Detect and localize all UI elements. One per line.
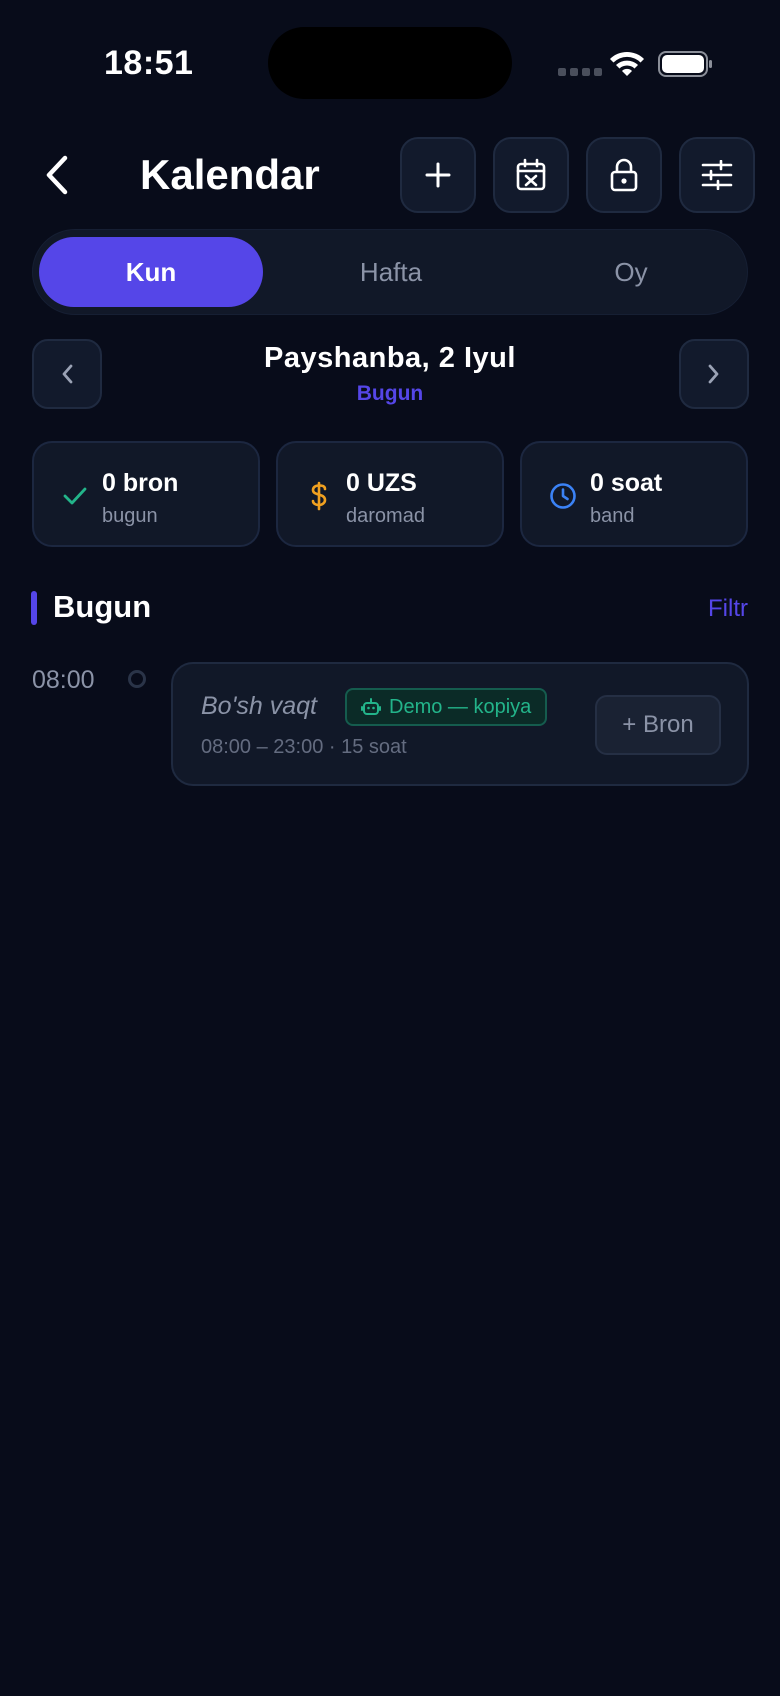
dollar-icon <box>311 481 327 511</box>
add-booking-button[interactable]: + Bron <box>595 695 721 755</box>
plus-icon <box>425 162 451 188</box>
calendar-x-icon <box>516 158 546 191</box>
stat-label: bugun <box>102 505 158 527</box>
section-accent-bar <box>31 591 37 625</box>
current-date: Payshanba, 2 Iyul <box>264 342 516 374</box>
chevron-left-icon <box>62 364 73 384</box>
chevron-right-icon <box>708 364 719 384</box>
dynamic-island <box>268 27 512 99</box>
back-chevron-icon <box>46 155 68 195</box>
slot-title: Bo'sh vaqt <box>201 692 317 720</box>
stat-card-income: 0 UZS daromad <box>276 441 504 547</box>
robot-icon <box>361 698 381 715</box>
free-slot-card[interactable]: Bo'sh vaqt Demo — kopiya 08:00 – 23:00 ·… <box>171 662 749 786</box>
status-time: 18:51 <box>104 44 194 82</box>
stat-card-hours: 0 soat band <box>520 441 748 547</box>
stat-card-bookings: 0 bron bugun <box>32 441 260 547</box>
wifi-icon <box>610 51 644 76</box>
tab-kun[interactable]: Kun <box>39 237 263 307</box>
filter-link[interactable]: Filtr <box>708 595 748 623</box>
cancel-date-button[interactable] <box>493 137 569 213</box>
page-title: Kalendar <box>140 151 320 198</box>
cellular-signal-icon <box>558 68 602 76</box>
stat-value: 0 soat <box>590 469 663 497</box>
stat-label: band <box>590 505 635 527</box>
add-button[interactable] <box>400 137 476 213</box>
timeline-dot <box>128 670 146 688</box>
next-day-button[interactable] <box>679 339 749 409</box>
sliders-icon <box>701 160 733 190</box>
battery-icon <box>658 51 712 77</box>
demo-badge: Demo — kopiya <box>345 688 548 726</box>
prev-day-button[interactable] <box>32 339 102 409</box>
tab-hafta[interactable]: Hafta <box>279 237 503 307</box>
slot-time-range: 08:00 – 23:00 · 15 soat <box>201 736 407 758</box>
stat-value: 0 UZS <box>346 469 417 497</box>
view-segmented-control: Kun Hafta Oy <box>32 229 748 315</box>
check-icon <box>63 487 87 505</box>
settings-button[interactable] <box>679 137 755 213</box>
status-bar: 18:51 <box>0 0 780 130</box>
clock-icon <box>550 483 576 509</box>
back-button[interactable] <box>36 150 76 200</box>
lock-icon <box>610 158 638 192</box>
relative-date-label: Bugun <box>356 382 424 405</box>
stat-value: 0 bron <box>102 469 179 497</box>
lock-button[interactable] <box>586 137 662 213</box>
stat-label: daromad <box>346 505 425 527</box>
timeline-time: 08:00 <box>32 666 95 694</box>
section-title: Bugun <box>53 589 152 624</box>
badge-label: Demo — kopiya <box>389 695 532 718</box>
tab-oy[interactable]: Oy <box>519 237 743 307</box>
